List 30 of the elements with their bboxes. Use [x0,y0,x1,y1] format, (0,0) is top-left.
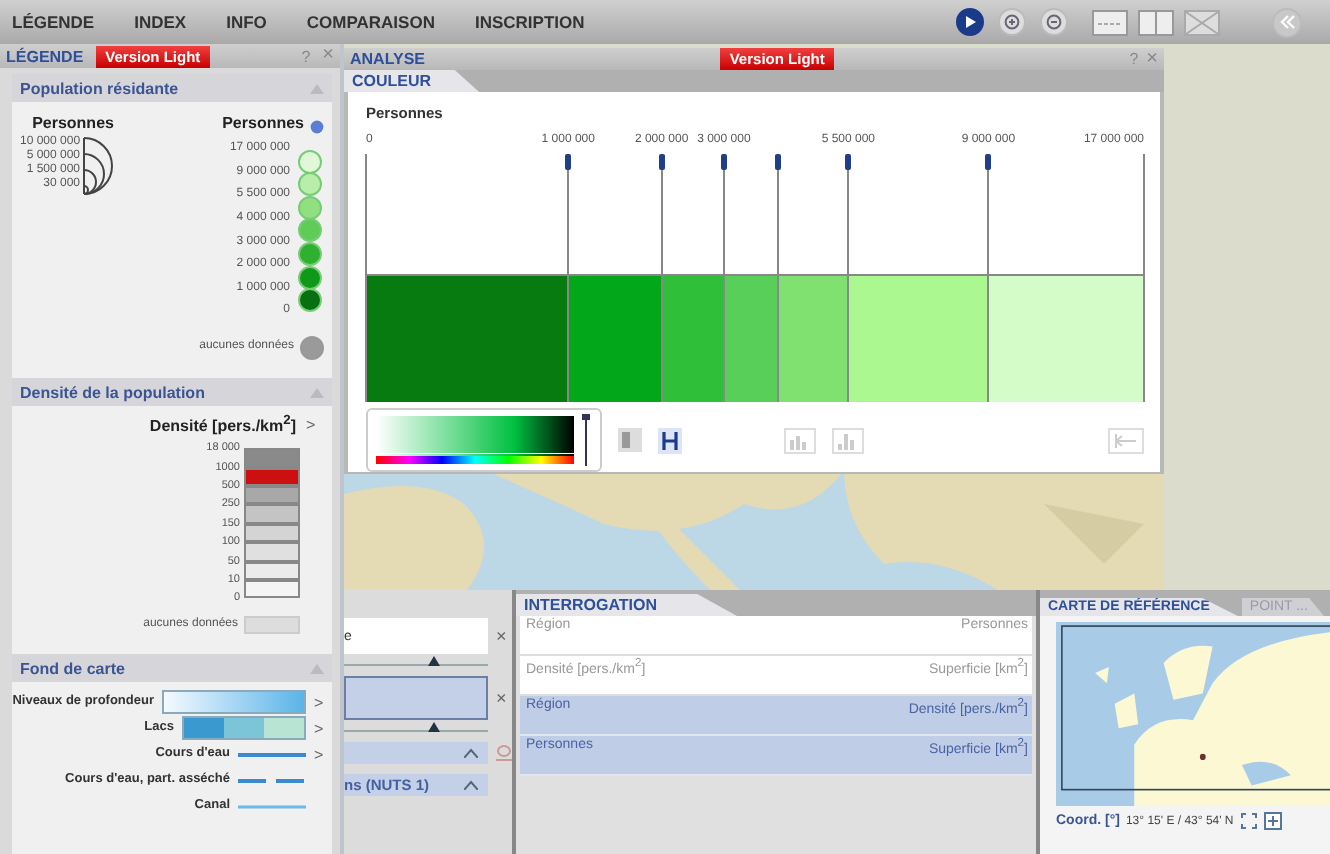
panel-title: LÉGENDE [6,47,84,65]
column-title: Personnes [32,114,114,132]
menu-item[interactable]: COMPARAISON [306,12,435,32]
canal-line-icon [238,803,306,809]
depth-gradient [162,690,306,714]
info-dot-icon[interactable] [310,120,324,134]
no-data-circle [300,335,324,360]
no-data-swatch [244,616,300,635]
lake-swatches [182,716,306,740]
menu-item[interactable]: INSCRIPTION [474,12,585,32]
expand-arrow[interactable]: > [306,415,316,434]
expand-arrow[interactable]: > [314,745,324,763]
menu-item[interactable]: INFO [226,12,267,32]
menu-item[interactable]: LÉGENDE [12,12,95,32]
river-line-icon [238,751,306,757]
expand-arrow[interactable]: > [314,693,324,711]
collapse-button[interactable] [1272,7,1302,37]
expand-arrow[interactable]: > [314,719,324,737]
section-header[interactable]: Densité de la population [12,378,332,406]
layout-icon[interactable] [1092,9,1128,35]
section-header[interactable]: Fond de carte [12,654,332,682]
pointer-tool-icon[interactable] [956,8,984,36]
menu-item[interactable]: INDEX [134,12,187,32]
zoom-out-icon[interactable] [1040,8,1068,36]
density-unit-label: Densité [pers./km$^{2}$] [149,414,296,436]
dashed-line-icon [238,777,306,783]
zoom-in-icon[interactable] [998,8,1026,36]
column-title: Personnes [222,114,304,132]
section-header[interactable]: Population résidante [12,74,332,102]
split-view-icon[interactable] [1138,9,1174,35]
